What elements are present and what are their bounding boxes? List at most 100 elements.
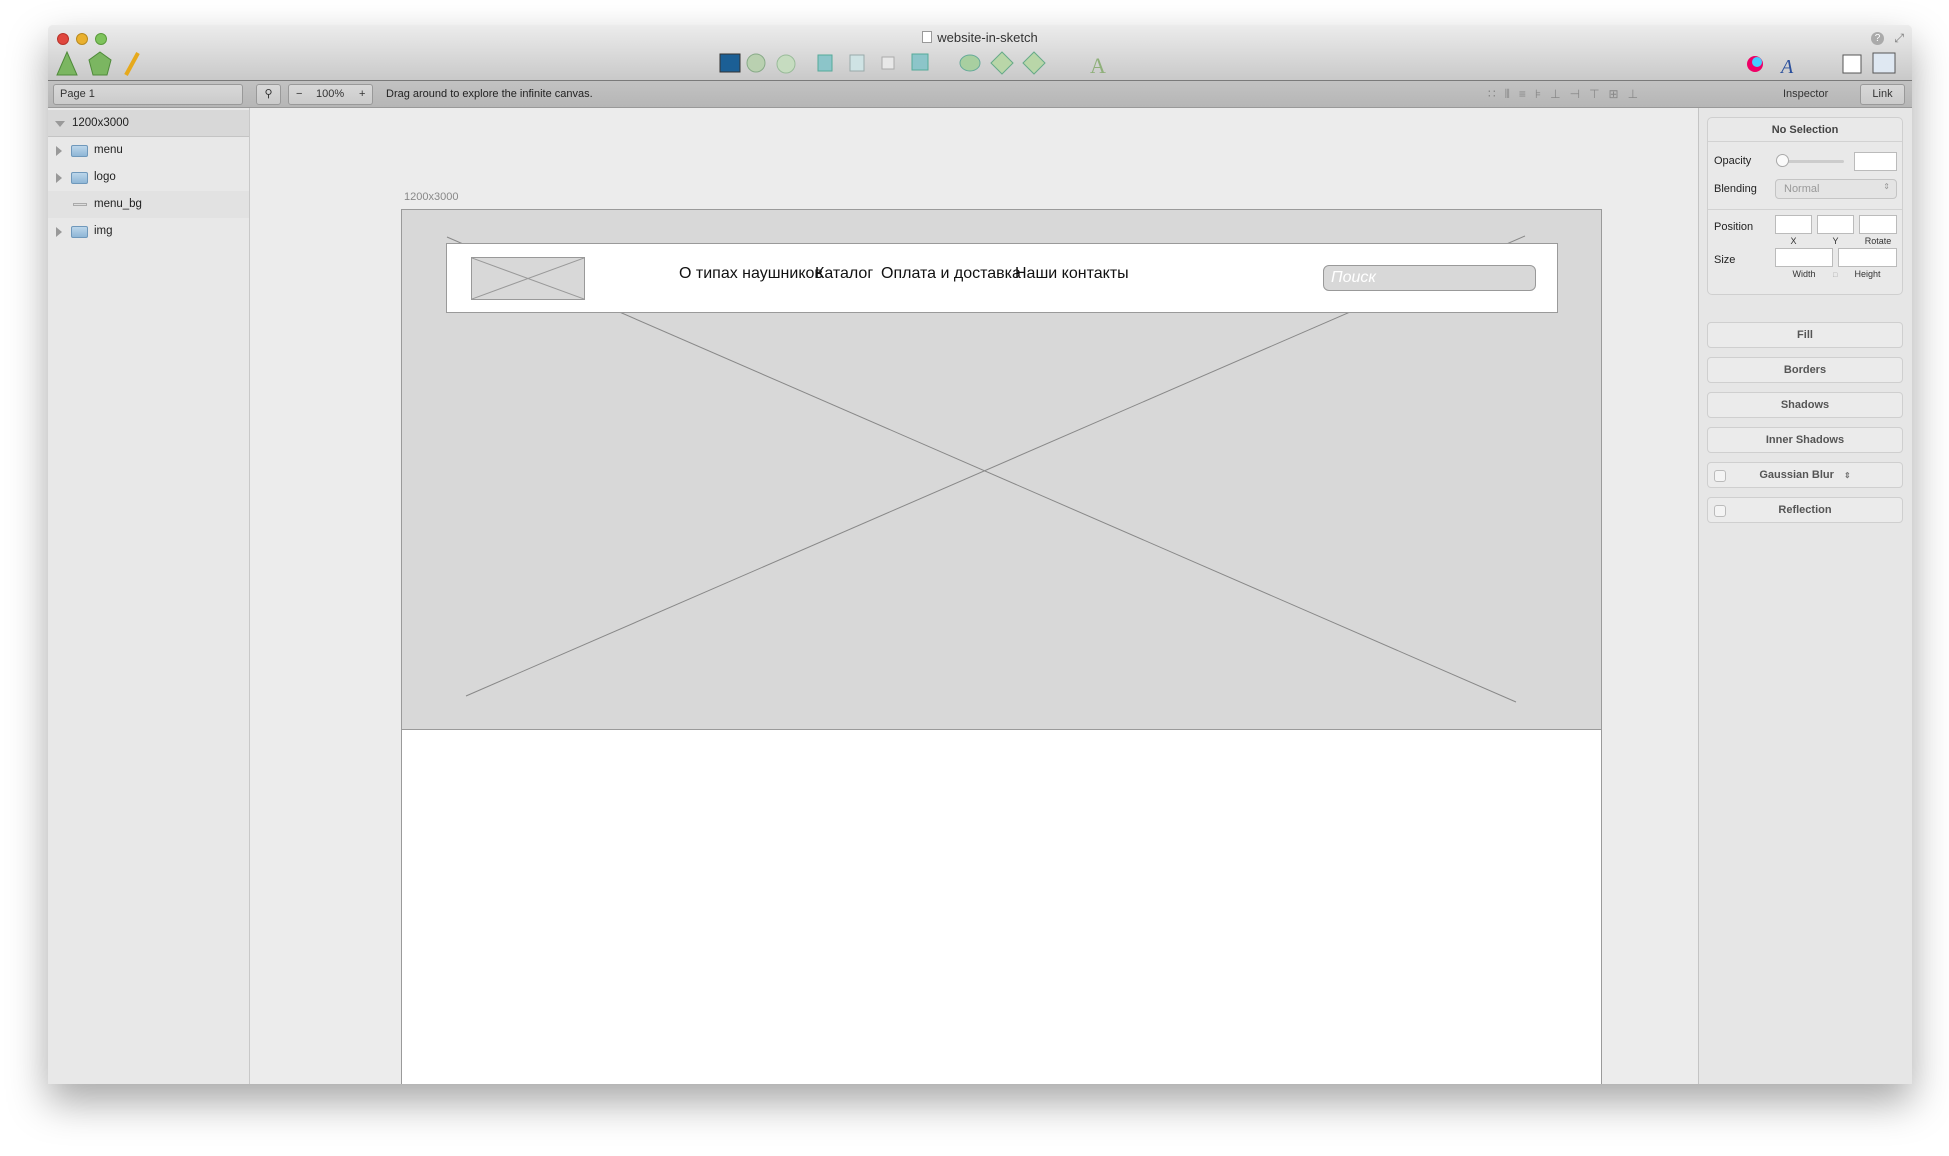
size-label: Size — [1714, 254, 1736, 266]
grid-icon[interactable] — [1842, 54, 1862, 74]
fullscreen-icon[interactable]: ⤢ — [1894, 31, 1904, 46]
subtract-icon[interactable] — [849, 54, 865, 72]
height-input[interactable] — [1838, 248, 1897, 267]
logo-placeholder[interactable] — [471, 257, 585, 300]
window-title: website-in-sketch — [48, 30, 1912, 45]
intersect-icon[interactable] — [881, 56, 895, 70]
layer-logo[interactable]: logo — [48, 164, 249, 191]
document-icon — [922, 31, 933, 43]
selection-header: No Selection — [1708, 118, 1902, 142]
reflection-checkbox[interactable] — [1714, 505, 1726, 517]
blending-value: Normal — [1784, 183, 1820, 195]
height-label: Height — [1854, 269, 1881, 279]
lock-ratio-icon[interactable]: □ — [1833, 272, 1837, 279]
search-input[interactable]: Поиск — [1323, 265, 1536, 291]
image-icon[interactable] — [719, 53, 741, 73]
layer-artboard[interactable]: 1200x3000 — [48, 110, 249, 137]
y-input[interactable] — [1817, 215, 1854, 234]
x-label: X — [1790, 236, 1797, 246]
align-distribute-icons[interactable]: ∷⦀≡⊧⊥⊣⊤⊞⊥ — [1488, 87, 1647, 102]
width-label: Width — [1792, 269, 1816, 279]
toolbar: website-in-sketch A A ? ⤢ — [48, 25, 1912, 81]
nav-link-payment[interactable]: Оплата и доставка — [881, 265, 1021, 283]
inner-shadows-section[interactable]: Inner Shadows — [1707, 427, 1903, 453]
toolbar-icons: A — [719, 51, 1106, 78]
gaussian-blur-label: Gaussian Blur — [1759, 469, 1834, 481]
zoom-in-button[interactable]: + — [359, 88, 365, 100]
search-icon: ⚲ — [264, 88, 273, 100]
width-input[interactable] — [1775, 248, 1833, 267]
blending-label: Blending — [1714, 183, 1757, 195]
disclosure-icon[interactable] — [56, 227, 62, 237]
layer-menu-bg[interactable]: menu_bg — [48, 191, 249, 218]
rectangle-shape-icon — [73, 203, 87, 206]
text-tool-icon[interactable]: A — [1090, 53, 1106, 78]
rotate-label: Rotate — [1864, 236, 1892, 246]
reflection-section[interactable]: Reflection — [1707, 497, 1903, 523]
layer-label: logo — [94, 171, 116, 183]
inspector-tab[interactable]: Inspector — [1783, 88, 1828, 100]
search-button[interactable]: ⚲ — [256, 84, 281, 105]
blending-select[interactable]: Normal ⇕ — [1775, 179, 1897, 199]
nav-link-contacts[interactable]: Наши контакты — [1015, 265, 1129, 283]
hero-image-placeholder[interactable]: О типах наушников Каталог Оплата и доста… — [402, 210, 1601, 730]
stepper-icon: ⇕ — [1883, 182, 1890, 191]
layer-label: menu — [94, 144, 123, 156]
status-hint: Drag around to explore the infinite canv… — [386, 88, 593, 100]
link-tab[interactable]: Link — [1860, 84, 1905, 105]
forward-icon[interactable] — [990, 51, 1014, 75]
font-icon[interactable]: A — [1779, 56, 1794, 78]
position-label: Position — [1714, 221, 1754, 233]
pencil-tool-icon[interactable] — [124, 52, 140, 76]
fill-section[interactable]: Fill — [1707, 322, 1903, 348]
layer-label: 1200x3000 — [72, 117, 129, 129]
help-icon[interactable]: ? — [1871, 32, 1884, 45]
secondary-bar: Page 1 ⚲ − 100% + Drag around to explore… — [48, 81, 1912, 108]
nav-link-about[interactable]: О типах наушников — [679, 265, 823, 283]
layer-label: menu_bg — [94, 198, 142, 210]
triangle-tool-icon[interactable] — [56, 50, 78, 76]
right-toolbar-icons: A — [1747, 52, 1896, 78]
difference-icon[interactable] — [911, 53, 929, 71]
pentagon-tool-icon[interactable] — [88, 51, 112, 76]
mask-icon[interactable] — [746, 53, 766, 73]
shadows-section[interactable]: Shadows — [1707, 392, 1903, 418]
gaussian-blur-section[interactable]: Gaussian Blur ⇕ — [1707, 462, 1903, 488]
layers-sidebar: 1200x3000 menu logo menu_bg img — [48, 108, 250, 1084]
layer-menu[interactable]: menu — [48, 137, 249, 164]
opacity-input[interactable] — [1854, 152, 1897, 171]
inspector-panel: No Selection Opacity Blending Normal ⇕ Po… — [1698, 108, 1912, 1084]
image-placeholder-cross — [471, 257, 585, 300]
title-text: website-in-sketch — [937, 30, 1038, 45]
gaussian-blur-checkbox[interactable] — [1714, 470, 1726, 482]
window-layout-icon[interactable] — [1872, 52, 1896, 74]
disclosure-icon[interactable] — [56, 173, 62, 183]
layer-img[interactable]: img — [48, 218, 249, 245]
disclosure-icon[interactable] — [56, 146, 62, 156]
group-circles-icon[interactable] — [776, 54, 796, 74]
layer-label: img — [94, 225, 113, 237]
union-icon[interactable] — [817, 54, 833, 72]
zoom-level[interactable]: 100% — [316, 88, 344, 100]
artboard-label[interactable]: 1200x3000 — [404, 191, 458, 203]
properties-group: No Selection Opacity Blending Normal ⇕ Po… — [1707, 117, 1903, 295]
backward-icon[interactable] — [1022, 51, 1046, 75]
y-label: Y — [1832, 236, 1839, 246]
link-shapes-icon[interactable] — [959, 54, 981, 72]
opacity-slider-thumb[interactable] — [1776, 154, 1789, 167]
stepper-icon[interactable]: ⇕ — [1844, 471, 1851, 480]
x-input[interactable] — [1775, 215, 1812, 234]
page-selector[interactable]: Page 1 — [53, 84, 243, 105]
menu-bar: О типах наушников Каталог Оплата и доста… — [446, 243, 1558, 313]
rotate-input[interactable] — [1859, 215, 1897, 234]
folder-icon — [71, 226, 88, 238]
folder-icon — [71, 145, 88, 157]
canvas[interactable]: 1200x3000 О типах наушников Каталог Опла… — [250, 108, 1698, 1084]
borders-section[interactable]: Borders — [1707, 357, 1903, 383]
reflection-label: Reflection — [1778, 504, 1832, 516]
disclosure-open-icon[interactable] — [55, 121, 65, 127]
artboard[interactable]: О типах наушников Каталог Оплата и доста… — [401, 209, 1602, 1084]
zoom-out-button[interactable]: − — [296, 88, 302, 100]
nav-link-catalog[interactable]: Каталог — [815, 265, 873, 283]
opacity-label: Opacity — [1714, 155, 1752, 167]
